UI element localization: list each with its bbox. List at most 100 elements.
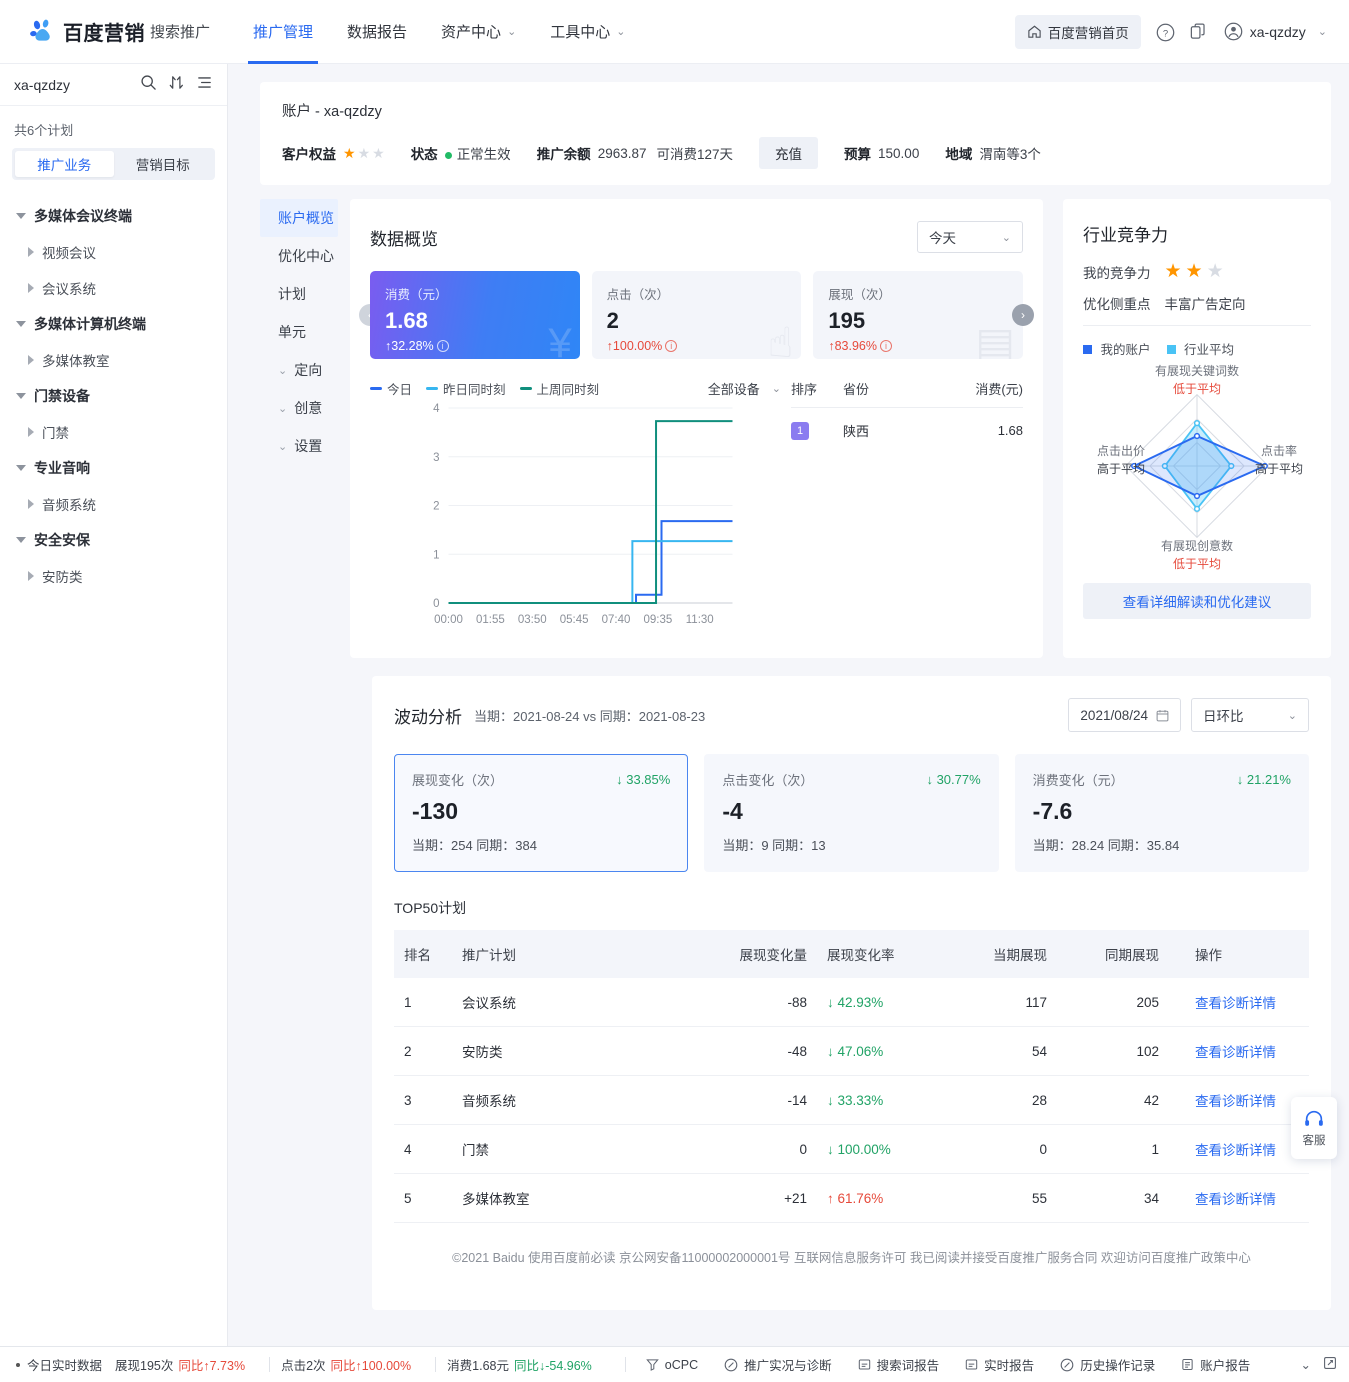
- chevron-down-icon: ⌄: [1288, 709, 1297, 722]
- radar-axis-name: 点击出价: [1097, 444, 1145, 458]
- legend-item-today[interactable]: 今日: [370, 379, 412, 398]
- metric-next-button[interactable]: ›: [1012, 304, 1034, 326]
- subnav-item-settings[interactable]: ⌄ 设置: [260, 427, 338, 465]
- home-icon: [1027, 24, 1042, 39]
- date-range-select[interactable]: 今天 ⌄: [917, 221, 1023, 253]
- status-clicks: 点击2次 同比↑100.00%: [281, 1355, 411, 1374]
- radar-axis-label-creatives: 有展现创意数 低于平均: [1151, 537, 1243, 573]
- cell-current: 54: [945, 1027, 1057, 1076]
- search-icon[interactable]: [140, 74, 157, 96]
- subnav-label: 单元: [278, 322, 306, 342]
- subnav-item-unit[interactable]: 单元: [260, 313, 338, 351]
- recharge-button[interactable]: 充值: [759, 137, 818, 169]
- cell-action-link[interactable]: 查看诊断详情: [1169, 1125, 1309, 1174]
- info-icon[interactable]: i: [880, 340, 892, 352]
- status-link-label: 推广实况与诊断: [744, 1355, 832, 1374]
- funnel-icon: [646, 1358, 659, 1371]
- chevron-down-icon: ⌄: [1318, 25, 1327, 38]
- help-icon[interactable]: ?: [1155, 22, 1175, 42]
- cell-action-link[interactable]: 查看诊断详情: [1169, 1076, 1309, 1125]
- th-delta: 展现变化量: [699, 930, 817, 978]
- copy-icon[interactable]: [1189, 22, 1209, 42]
- triangle-right-icon: [28, 283, 34, 293]
- status-link-history-log[interactable]: 历史操作记录: [1060, 1355, 1155, 1374]
- device-select[interactable]: 全部设备 ⌄: [708, 379, 781, 398]
- chevron-down-icon[interactable]: ⌄: [1301, 1357, 1311, 1372]
- nav-item-data-report[interactable]: 数据报告: [330, 0, 424, 64]
- cell-rate: ↑ 61.76%: [817, 1174, 945, 1223]
- compass-icon: [1060, 1358, 1074, 1372]
- sidebar-tab-marketing-goal[interactable]: 营销目标: [114, 151, 213, 177]
- subnav-item-optimization-center[interactable]: 优化中心: [260, 237, 338, 275]
- status-link-realtime-report[interactable]: 实时报告: [965, 1355, 1034, 1374]
- sidebar-tab-promotion-business[interactable]: 推广业务: [15, 151, 114, 177]
- change-card-cost[interactable]: 消费变化（元） ↓ 21.21% -7.6 当期：28.24 同期：35.84: [1015, 754, 1309, 872]
- subnav-item-targeting[interactable]: ⌄ 定向: [260, 351, 338, 389]
- legend-item-yesterday[interactable]: 昨日同时刻: [426, 379, 506, 398]
- tree-leaf-access-control[interactable]: 门禁: [0, 414, 227, 450]
- divider: [625, 1357, 626, 1372]
- status-link-ocpc[interactable]: oCPC: [646, 1358, 698, 1372]
- cell-plan: 门禁: [452, 1125, 699, 1174]
- change-percent: ↓ 21.21%: [1237, 772, 1291, 787]
- triangle-down-icon: [16, 465, 26, 471]
- my-competitiveness-row: 我的竞争力 ★ ★ ★: [1083, 260, 1311, 283]
- account-title: 账户 - xa-qzdzy: [282, 100, 1309, 121]
- subnav-item-plan[interactable]: 计划: [260, 275, 338, 313]
- status-dot-icon: [445, 152, 452, 159]
- legend-item-last-week[interactable]: 上周同时刻: [520, 379, 600, 398]
- status-link-promotion-diagnosis[interactable]: 推广实况与诊断: [724, 1355, 832, 1374]
- customer-service-widget[interactable]: 客服: [1291, 1097, 1337, 1159]
- view-detail-button[interactable]: 查看详细解读和优化建议: [1083, 583, 1311, 619]
- th-action: 操作: [1169, 930, 1309, 978]
- tree-group-multimedia-computer-terminal[interactable]: 多媒体计算机终端: [0, 306, 227, 342]
- star-icon: ★: [1165, 260, 1182, 283]
- metric-card-clicks[interactable]: 点击（次） 2 ↑100.00% i ☝: [592, 271, 802, 359]
- info-icon[interactable]: i: [665, 340, 677, 352]
- left-sidebar: xa-qzdzy 共6个计划 推广业: [0, 64, 228, 1346]
- metric-card-impressions[interactable]: 展现（次） 195 ↑83.96% i ▤: [813, 271, 1023, 359]
- nav-item-tool-center[interactable]: 工具中心 ⌄: [533, 0, 642, 64]
- info-icon[interactable]: i: [437, 340, 449, 352]
- status-link-search-term-report[interactable]: 搜索词报告: [858, 1355, 940, 1374]
- tree-leaf-video-conference[interactable]: 视频会议: [0, 234, 227, 270]
- rank-badge: 1: [791, 422, 809, 440]
- change-card-clicks[interactable]: 点击变化（次） ↓ 30.77% -4 当期：9 同期：13: [704, 754, 998, 872]
- change-card-impressions[interactable]: 展现变化（次） ↓ 33.85% -130 当期：254 同期：384: [394, 754, 688, 872]
- marketing-home-button[interactable]: 百度营销首页: [1015, 15, 1141, 49]
- tree-group-multimedia-conference-terminal[interactable]: 多媒体会议终端: [0, 198, 227, 234]
- table-header-row: 排名 推广计划 展现变化量 展现变化率 当期展现 同期展现 操作: [394, 930, 1309, 978]
- tree-leaf-multimedia-classroom[interactable]: 多媒体教室: [0, 342, 227, 378]
- sort-icon[interactable]: [168, 74, 185, 96]
- cell-action-link[interactable]: 查看诊断详情: [1169, 1027, 1309, 1076]
- nav-label: 推广管理: [253, 21, 313, 42]
- brand-logo-group[interactable]: 百度营销 搜索推广: [30, 17, 210, 46]
- nav-label: 资产中心: [441, 21, 501, 42]
- comparison-select[interactable]: 日环比 ⌄: [1191, 698, 1309, 732]
- tree-leaf-audio-system[interactable]: 音频系统: [0, 486, 227, 522]
- tree-group-access-control-device[interactable]: 门禁设备: [0, 378, 227, 414]
- svg-text:09:35: 09:35: [643, 614, 672, 626]
- metric-change-text: ↑100.00%: [607, 339, 663, 353]
- date-picker[interactable]: 2021/08/24: [1068, 698, 1181, 732]
- metric-card-cost[interactable]: 消费（元） 1.68 ↑32.28% i ¥: [370, 271, 580, 359]
- table-row: 2安防类-48↓ 47.06%54102查看诊断详情: [394, 1027, 1309, 1076]
- expand-icon[interactable]: [1323, 1356, 1337, 1373]
- secondary-nav: 账户概览 优化中心 计划 单元 ⌄ 定向 ⌄ 创意 ⌄ 设置: [228, 199, 338, 658]
- nav-item-asset-center[interactable]: 资产中心 ⌄: [424, 0, 533, 64]
- sidebar-header: xa-qzdzy: [0, 64, 227, 106]
- legend-label: 我的账户: [1100, 343, 1150, 357]
- cell-action-link[interactable]: 查看诊断详情: [1169, 978, 1309, 1027]
- tree-group-safety-security[interactable]: 安全安保: [0, 522, 227, 558]
- subnav-item-creative[interactable]: ⌄ 创意: [260, 389, 338, 427]
- cell-action-link[interactable]: 查看诊断详情: [1169, 1174, 1309, 1223]
- user-menu[interactable]: xa-qzdzy ⌄: [1223, 21, 1327, 42]
- list-menu-icon[interactable]: [196, 74, 213, 96]
- tree-group-professional-audio[interactable]: 专业音响: [0, 450, 227, 486]
- status-link-account-report[interactable]: 账户报告: [1181, 1355, 1250, 1374]
- province-ranking-table: 排序 省份 消费(元) 1 陕西 1.68: [791, 379, 1023, 638]
- tree-leaf-conference-system[interactable]: 会议系统: [0, 270, 227, 306]
- tree-leaf-security-category[interactable]: 安防类: [0, 558, 227, 594]
- subnav-item-account-overview[interactable]: 账户概览: [260, 199, 338, 237]
- nav-item-promotion-management[interactable]: 推广管理: [236, 0, 330, 64]
